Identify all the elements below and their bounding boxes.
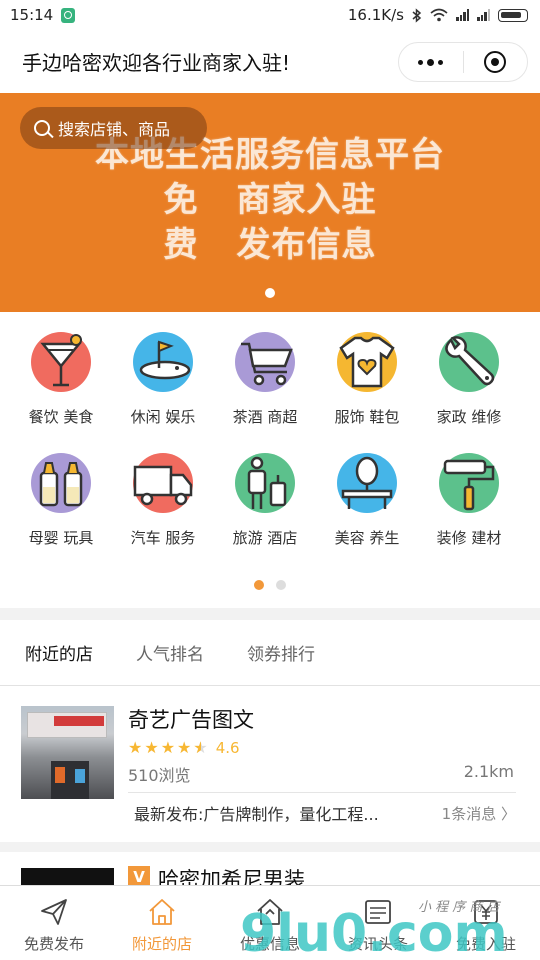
mirror-icon [337, 453, 397, 513]
yuan-tag-icon [470, 896, 502, 928]
category-label: 餐饮 美食 [28, 408, 94, 426]
search-placeholder: 搜索店铺、商品 [58, 120, 171, 139]
category-food[interactable]: 餐饮 美食 [10, 332, 112, 427]
tabbar-label: 优惠信息 [239, 935, 300, 953]
category-label: 汽车 服务 [130, 529, 196, 547]
category-panel: 餐饮 美食 休闲 娱乐 茶酒 商超 服饰 鞋包 家政 维修 母婴 玩具 汽车 服… [0, 312, 540, 608]
tab-coupons[interactable]: 领券排行 [247, 640, 315, 665]
golf-icon [133, 332, 193, 392]
category-label: 装修 建材 [436, 529, 502, 547]
mini-program-page: 15:14 16.1K/s 手边哈密欢迎各行业商家入驻! 本地生活服务信息平台 … [0, 0, 540, 960]
star-icon: ★ [160, 738, 176, 757]
status-time: 15:14 [10, 6, 54, 24]
status-bar: 15:14 16.1K/s [0, 0, 540, 30]
star-rating: ★ ★ ★ ★ ★ 4.6 [128, 738, 240, 757]
nav-bar: 手边哈密欢迎各行业商家入驻! [0, 30, 540, 93]
status-right: 16.1K/s [348, 6, 528, 24]
category-label: 美容 养生 [334, 529, 400, 547]
category-auto[interactable]: 汽车 服务 [112, 453, 214, 548]
banner-text: 本地生活服务信息平台 免商家入驻 费发布信息 [0, 133, 540, 268]
wrench-icon [439, 332, 499, 392]
category-housekeeping[interactable]: 家政 维修 [418, 332, 520, 427]
category-leisure[interactable]: 休闲 娱乐 [112, 332, 214, 427]
message-count-link[interactable]: 1条消息 〉 [442, 803, 516, 824]
category-page-indicator [0, 580, 540, 590]
cocktail-glass-icon [31, 332, 91, 392]
shield-icon [61, 7, 76, 23]
category-label: 茶酒 商超 [232, 408, 298, 426]
battery-icon [498, 8, 528, 22]
category-label: 旅游 酒店 [232, 529, 298, 547]
home-icon [146, 896, 178, 928]
view-count: 510浏览 [128, 766, 191, 785]
traveler-luggage-icon [235, 453, 295, 513]
category-grocery[interactable]: 茶酒 商超 [214, 332, 316, 427]
bluetooth-icon [412, 7, 422, 23]
category-renovation[interactable]: 装修 建材 [418, 453, 520, 548]
tabbar-label: 免费发布 [23, 935, 84, 953]
shop-card[interactable]: 奇艺广告图文 ★ ★ ★ ★ ★ 4.6 510浏览 2.1km 最新发布:广告… [0, 686, 540, 842]
page-dot-active [254, 580, 264, 590]
tabbar-nearby[interactable]: 附近的店 [108, 886, 216, 960]
baby-bottle-icon [31, 453, 91, 513]
star-icon: ★ [177, 738, 192, 757]
capsule-menu [398, 42, 528, 82]
search-input[interactable]: 搜索店铺、商品 [20, 107, 207, 149]
star-icon: ★ [144, 738, 159, 757]
banner-line-3: 费发布信息 [163, 225, 377, 265]
network-speed: 16.1K/s [347, 6, 404, 24]
half-star-icon: ★ [193, 738, 207, 757]
category-apparel[interactable]: 服饰 鞋包 [316, 332, 418, 427]
bottom-tab-bar: 免费发布 附近的店 优惠信息 资讯头条 免费入驻 [0, 885, 540, 960]
page-title: 手边哈密欢迎各行业商家入驻! [22, 51, 291, 75]
banner-line-2: 免商家入驻 [163, 180, 377, 220]
tabbar-join[interactable]: 免费入驻 [432, 886, 540, 960]
chevron-right-icon: 〉 [500, 805, 516, 823]
news-icon [362, 896, 394, 928]
rating-score: 4.6 [215, 738, 240, 757]
promo-banner[interactable]: 本地生活服务信息平台 免商家入驻 费发布信息 搜索店铺、商品 [0, 93, 540, 312]
shop-photo [21, 706, 114, 799]
tabbar-news[interactable]: 资讯头条 [324, 886, 432, 960]
category-label: 服饰 鞋包 [334, 408, 400, 426]
shop-name: 奇艺广告图文 [128, 708, 254, 732]
discount-house-icon [254, 896, 286, 928]
tab-popular[interactable]: 人气排名 [136, 640, 204, 665]
tabbar-discounts[interactable]: 优惠信息 [216, 886, 324, 960]
tab-nearby[interactable]: 附近的店 [25, 640, 93, 665]
close-target-icon[interactable] [464, 51, 528, 73]
category-label: 母婴 玩具 [28, 529, 94, 547]
signal-icon-2 [477, 9, 490, 21]
search-icon [34, 120, 50, 136]
tshirt-icon [337, 332, 397, 392]
more-dots-icon[interactable] [399, 58, 463, 66]
shopping-cart-icon [235, 332, 295, 392]
page-dot [276, 580, 286, 590]
distance: 2.1km [463, 762, 514, 781]
category-label: 家政 维修 [436, 408, 502, 426]
wifi-icon [430, 8, 448, 22]
shop-tabs: 附近的店 人气排名 领券排行 [0, 620, 540, 686]
tabbar-label: 免费入驻 [455, 935, 516, 953]
star-icon: ★ [128, 738, 143, 757]
category-travel[interactable]: 旅游 酒店 [214, 453, 316, 548]
category-baby[interactable]: 母婴 玩具 [10, 453, 112, 548]
category-beauty[interactable]: 美容 养生 [316, 453, 418, 548]
paint-roller-icon [439, 453, 499, 513]
tabbar-label: 资讯头条 [347, 935, 408, 953]
tabbar-publish[interactable]: 免费发布 [0, 886, 108, 960]
tabbar-label: 附近的店 [131, 935, 192, 953]
banner-indicator-dot [265, 288, 275, 298]
latest-post[interactable]: 最新发布:广告牌制作，量化工程... [134, 801, 379, 825]
truck-icon [133, 453, 193, 513]
category-label: 休闲 娱乐 [130, 408, 196, 426]
paper-plane-icon [38, 896, 70, 928]
category-grid: 餐饮 美食 休闲 娱乐 茶酒 商超 服饰 鞋包 家政 维修 母婴 玩具 汽车 服… [10, 332, 530, 548]
divider [128, 792, 516, 793]
signal-icon [456, 9, 469, 21]
